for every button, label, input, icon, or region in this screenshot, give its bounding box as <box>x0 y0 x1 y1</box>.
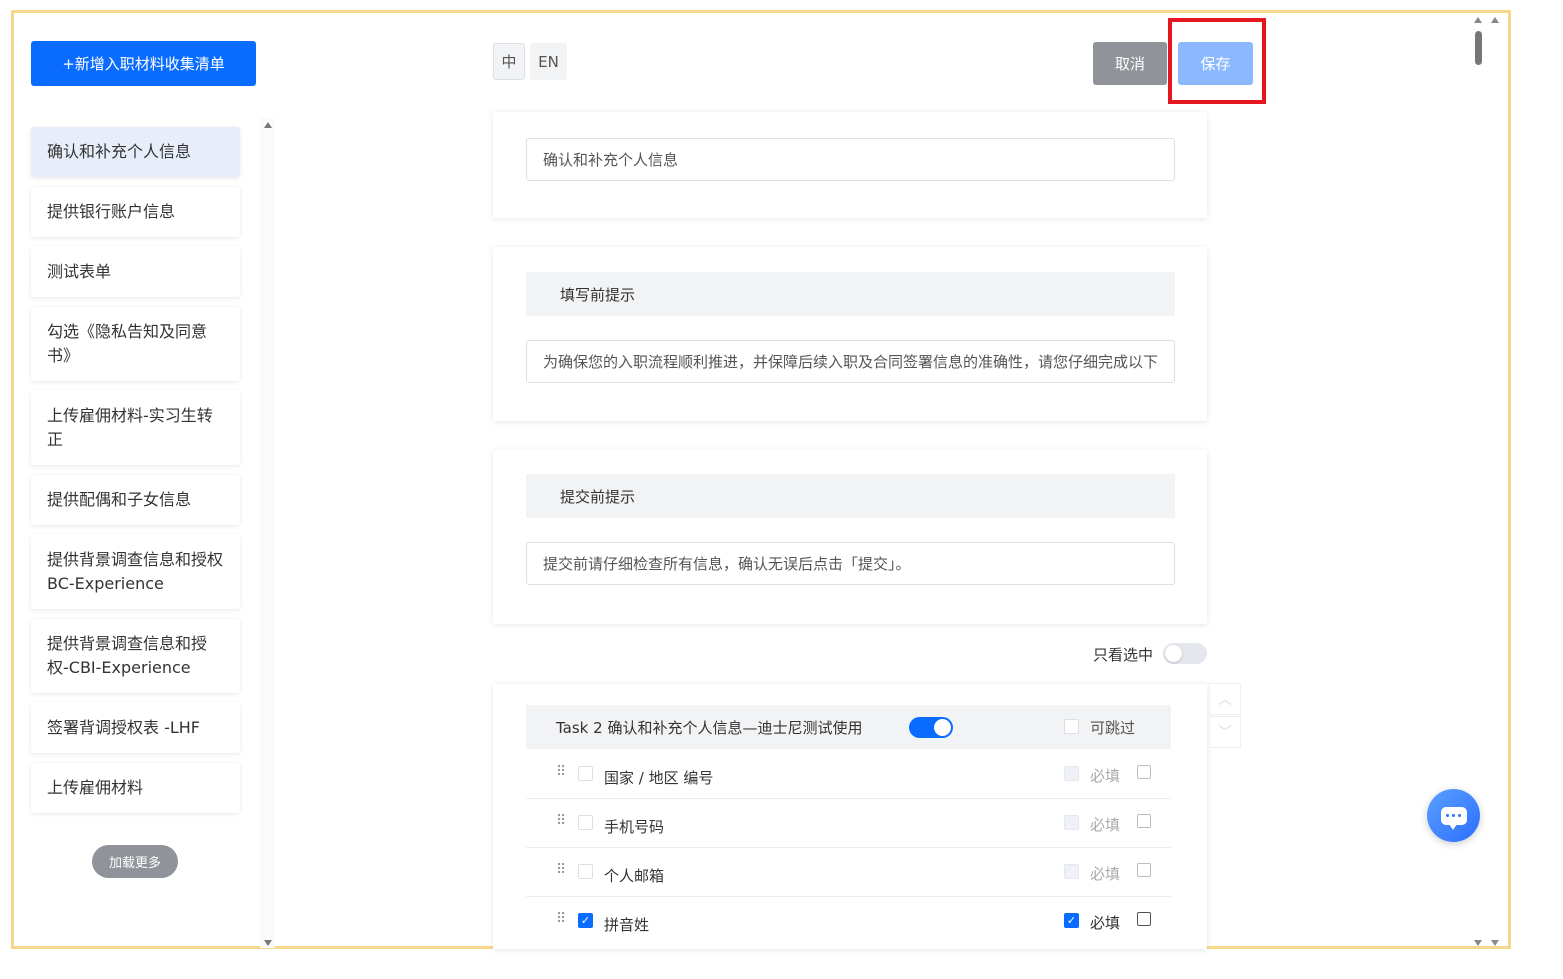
task-header: Task 2 确认和补充个人信息—迪士尼测试使用 可跳过 <box>526 705 1171 749</box>
scroll-up-icon[interactable] <box>1491 17 1499 23</box>
add-checklist-button[interactable]: +新增入职材料收集清单 <box>31 41 256 86</box>
move-up-icon[interactable]: ︿ <box>1209 683 1241 715</box>
required-label: 必填 <box>1090 816 1121 834</box>
pre-fill-heading: 填写前提示 <box>526 272 1175 316</box>
title-input[interactable]: 确认和补充个人信息 <box>526 138 1175 181</box>
switch-knob <box>1165 645 1182 662</box>
field-label: 拼音姓 <box>604 916 650 934</box>
task-enable-switch[interactable] <box>909 717 953 738</box>
pre-fill-hint-card: 填写前提示 为确保您的入职流程顺利推进，并保障后续入职及合同签署信息的准确性，请… <box>493 247 1207 421</box>
edit-icon[interactable] <box>1137 912 1151 926</box>
title-card: 确认和补充个人信息 <box>493 112 1207 218</box>
required-checkbox[interactable] <box>1064 766 1079 781</box>
edit-icon[interactable] <box>1137 814 1151 828</box>
required-label: 必填 <box>1090 914 1121 932</box>
field-row: ⠿ ✓ 拼音姓 ✓ 必填 <box>526 897 1171 946</box>
required-label: 必填 <box>1090 865 1121 883</box>
chat-icon <box>1440 806 1467 830</box>
pre-submit-input[interactable]: 提交前请仔细检查所有信息，确认无误后点击「提交」。 <box>526 542 1175 585</box>
pre-fill-input[interactable]: 为确保您的入职流程顺利推进，并保障后续入职及合同签署信息的准确性，请您仔细完成以… <box>526 340 1175 383</box>
sidebar-item[interactable]: 提供背景调查信息和授权-CBI-Experience <box>31 619 240 693</box>
scroll-up-icon[interactable] <box>1474 17 1482 23</box>
sidebar-item[interactable]: 签署背调授权表 -LHF <box>31 703 240 753</box>
edit-icon[interactable] <box>1137 863 1151 877</box>
sidebar-item[interactable]: 上传雇佣材料-实习生转正 <box>31 391 240 465</box>
highlight-box <box>1168 18 1266 104</box>
scroll-down-icon[interactable] <box>1491 940 1499 946</box>
load-more-button[interactable]: 加载更多 <box>92 845 178 878</box>
edit-icon[interactable] <box>1137 765 1151 779</box>
field-row: ⠿ 手机号码 必填 <box>526 799 1171 848</box>
field-row: ⠿ 个人邮箱 必填 <box>526 848 1171 897</box>
field-select-checkbox[interactable]: ✓ <box>578 913 593 928</box>
pre-submit-heading: 提交前提示 <box>526 474 1175 518</box>
field-label: 国家 / 地区 编号 <box>604 769 714 787</box>
required-checkbox[interactable] <box>1064 815 1079 830</box>
switch-knob <box>934 719 951 736</box>
drag-handle-icon[interactable]: ⠿ <box>556 764 566 780</box>
drag-handle-icon[interactable]: ⠿ <box>556 813 566 829</box>
sidebar-item[interactable]: 上传雇佣材料 <box>31 763 240 813</box>
skippable-label: 可跳过 <box>1090 719 1136 737</box>
field-select-checkbox[interactable] <box>578 766 593 781</box>
scrollbar-thumb[interactable] <box>1475 31 1482 65</box>
drag-handle-icon[interactable]: ⠿ <box>556 911 566 927</box>
task-title: Task 2 确认和补充个人信息—迪士尼测试使用 <box>556 718 863 737</box>
field-select-checkbox[interactable] <box>578 864 593 879</box>
sidebar-item[interactable]: 提供银行账户信息 <box>31 187 240 237</box>
chat-button[interactable] <box>1427 789 1480 842</box>
field-label: 个人邮箱 <box>604 867 665 885</box>
required-label: 必填 <box>1090 767 1121 785</box>
task-card: Task 2 确认和补充个人信息—迪士尼测试使用 可跳过 ⠿ 国家 / 地区 编… <box>493 684 1207 949</box>
field-label: 手机号码 <box>604 818 665 836</box>
sidebar-scrollbar[interactable] <box>260 118 275 948</box>
sidebar-item[interactable]: 勾选《隐私告知及同意书》 <box>31 307 240 381</box>
sidebar-item[interactable]: 提供背景调查信息和授权 BC-Experience <box>31 535 240 609</box>
checklist-sidebar: 确认和补充个人信息 提供银行账户信息 测试表单 勾选《隐私告知及同意书》 上传雇… <box>31 127 240 823</box>
reorder-controls: ︿ ﹀ <box>1209 683 1241 749</box>
scroll-up-icon[interactable] <box>264 122 272 128</box>
sidebar-item[interactable]: 确认和补充个人信息 <box>31 127 240 177</box>
scroll-down-icon[interactable] <box>1474 940 1482 946</box>
field-select-checkbox[interactable] <box>578 815 593 830</box>
only-selected-switch[interactable] <box>1163 643 1207 664</box>
only-selected-label: 只看选中 <box>1093 646 1154 664</box>
sidebar-item[interactable]: 提供配偶和子女信息 <box>31 475 240 525</box>
lang-en-button[interactable]: EN <box>530 43 567 80</box>
sidebar-item[interactable]: 测试表单 <box>31 247 240 297</box>
required-checkbox[interactable]: ✓ <box>1064 913 1079 928</box>
drag-handle-icon[interactable]: ⠿ <box>556 862 566 878</box>
cancel-button[interactable]: 取消 <box>1093 42 1167 85</box>
scroll-down-icon[interactable] <box>264 940 272 946</box>
pre-submit-hint-card: 提交前提示 提交前请仔细检查所有信息，确认无误后点击「提交」。 <box>493 450 1207 624</box>
move-down-icon[interactable]: ﹀ <box>1209 716 1241 748</box>
field-row: ⠿ 国家 / 地区 编号 必填 <box>526 750 1171 799</box>
required-checkbox[interactable] <box>1064 864 1079 879</box>
skippable-checkbox[interactable] <box>1064 719 1079 734</box>
lang-zh-button[interactable]: 中 <box>493 43 525 80</box>
